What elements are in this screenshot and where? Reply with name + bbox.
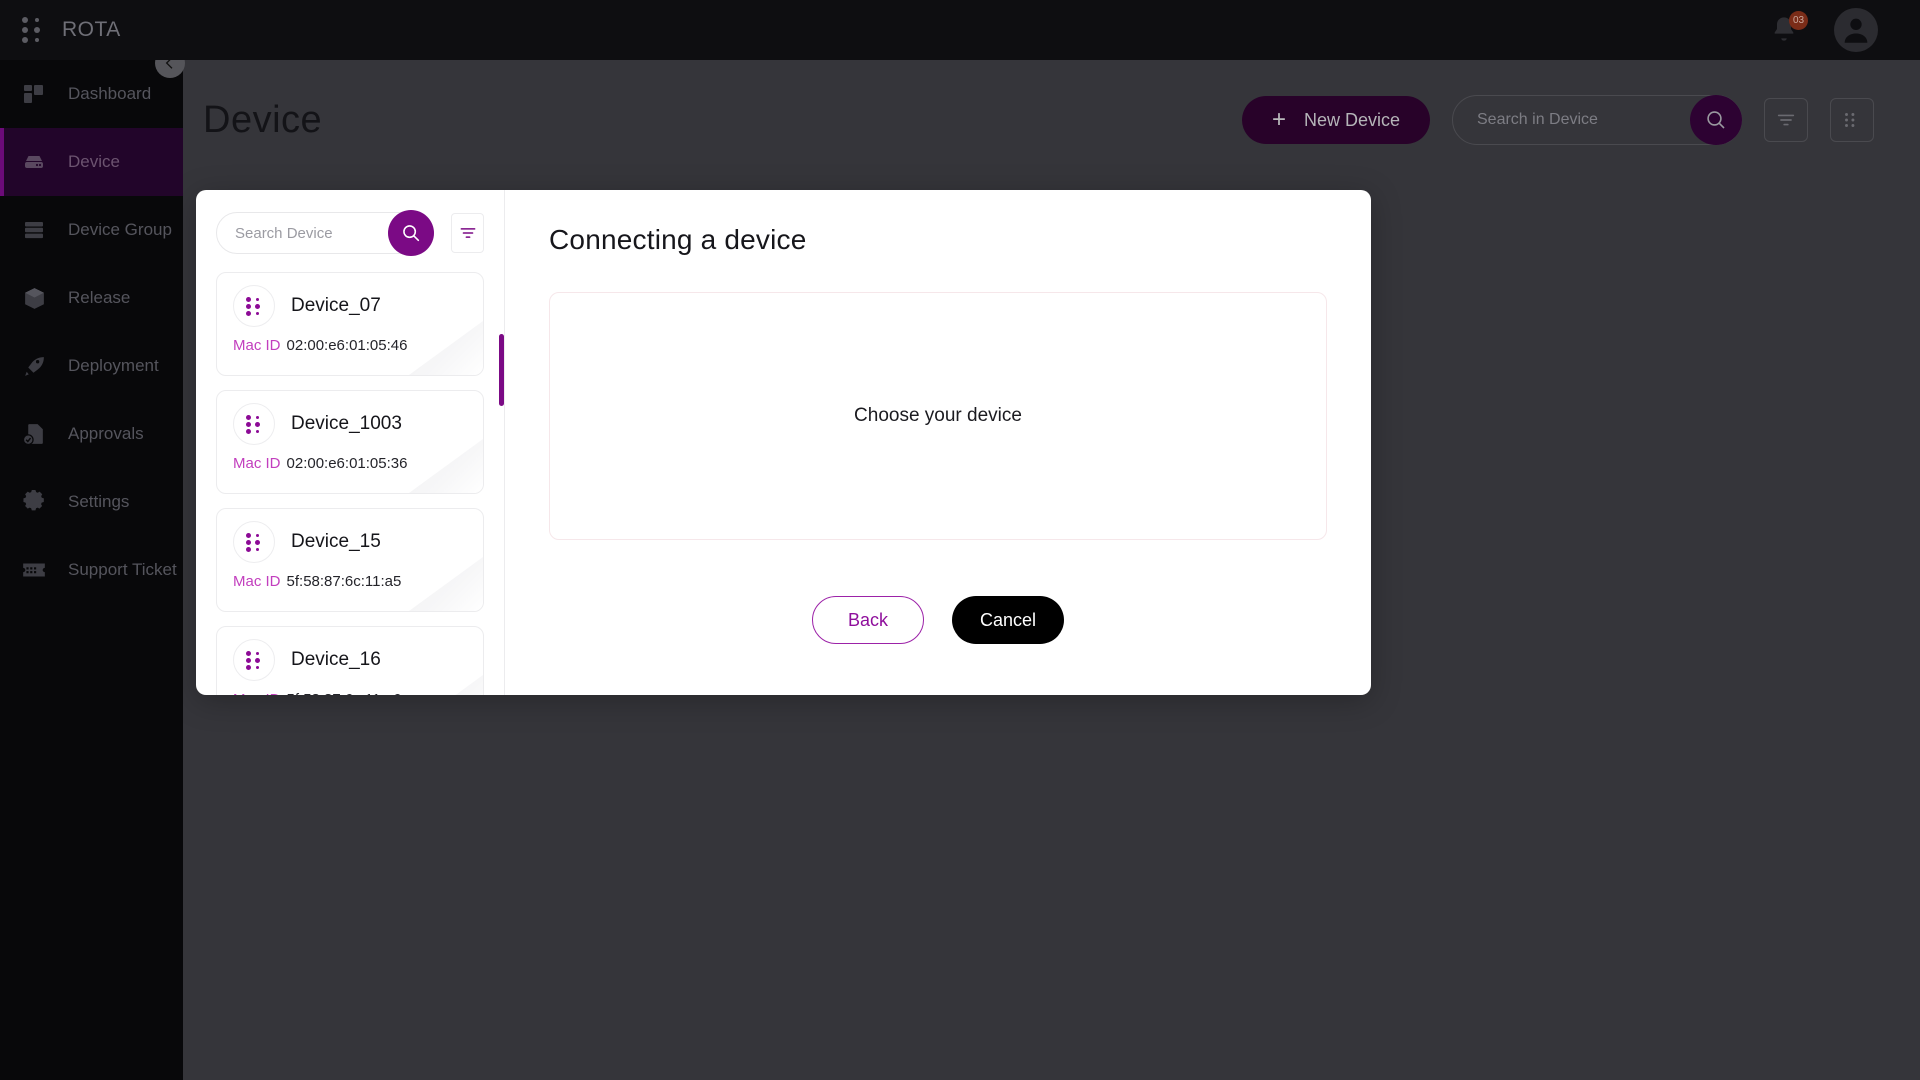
device-mac-row: Mac ID 02:00:e6:01:05:46 [217,327,483,354]
box-icon [20,284,48,312]
sidebar-item-deployment[interactable]: Deployment [0,332,183,400]
sidebar-item-label: Deployment [68,356,159,375]
device-name: Device_15 [291,531,381,552]
top-bar: ROTA 03 [0,0,1920,60]
device-avatar [233,639,275,681]
mac-id-label: Mac ID [233,573,281,590]
list-view-button[interactable] [1830,98,1874,142]
ticket-icon [20,556,48,584]
sidebar-item-release[interactable]: Release [0,264,183,332]
back-button[interactable]: Back [812,596,924,644]
dots-grid-icon [246,533,262,552]
filter-icon [1777,114,1795,126]
mac-id-value: 02:00:e6:01:05:36 [286,455,408,472]
new-device-button[interactable]: + New Device [1241,96,1430,144]
mac-id-value: 5f:58:87:6c:11:a6 [287,691,402,695]
list-view-icon [1845,113,1855,127]
list-item[interactable]: Device_15 Mac ID 5f:58:87:6c:11:a5 [216,508,484,612]
sidebar-item-label: Settings [68,492,130,511]
sidebar-item-support-ticket[interactable]: Support Ticket [0,536,183,604]
header-tools: + New Device [1241,95,1874,145]
sidebar-item-dashboard[interactable]: Dashboard [0,60,183,128]
mac-id-value: 5f:58:87:6c:11:a5 [286,573,402,590]
filter-button[interactable] [1764,98,1808,142]
mac-id-label: Mac ID [233,337,281,354]
new-device-label: New Device [1303,109,1400,130]
device-name: Device_07 [291,295,381,316]
search-icon [403,225,420,242]
dashboard-icon [20,80,48,108]
sidebar-item-label: Device Group [68,220,172,239]
avatar[interactable] [1834,8,1878,52]
modal-search [216,210,434,256]
device-list-scrollbar[interactable] [499,262,504,694]
document-check-icon [20,420,48,448]
mac-id-label: Mac ID [233,691,281,695]
connecting-device-modal: Device_07 Mac ID 02:00:e6:01:05:46 [196,190,1371,695]
modal-filter-button[interactable] [451,213,484,253]
device-mac-row: Mac ID 02:00:e6:01:05:36 [217,445,483,472]
notification-button[interactable]: 03 [1770,11,1808,46]
device-list[interactable]: Device_07 Mac ID 02:00:e6:01:05:46 Devic… [196,272,504,695]
device-name: Device_1003 [291,413,402,434]
notification-badge: 03 [1789,11,1808,30]
dots-grid-icon [246,651,262,670]
sidebar-item-label: Approvals [68,424,144,443]
sidebar-item-label: Release [68,288,131,307]
dots-grid-icon [246,415,262,434]
brand: ROTA [0,17,225,43]
page-search [1452,95,1742,145]
modal-body: Connecting a device Choose your device B… [505,190,1371,695]
brand-name: ROTA [62,18,121,41]
drop-area-text: Choose your device [854,405,1022,426]
sidebar-item-approvals[interactable]: Approvals [0,400,183,468]
app-root: ROTA 03 Dashboard Device Device Group Re… [0,0,1920,1080]
device-avatar [233,403,275,445]
rocket-icon [20,352,48,380]
modal-search-button[interactable] [388,210,434,256]
mac-id-label: Mac ID [233,455,281,472]
list-item[interactable]: Device_16 Mac ID 5f:58:87:6c:11:a6 [216,626,484,695]
dots-grid-icon [246,297,262,316]
cancel-button[interactable]: Cancel [952,596,1064,644]
sidebar-item-device-group[interactable]: Device Group [0,196,183,264]
server-icon [20,148,48,176]
search-button[interactable] [1690,95,1742,145]
filter-icon [460,228,475,238]
page-header: Device + New Device [183,60,1920,180]
device-drop-area[interactable]: Choose your device [549,292,1327,540]
dots-grid-icon [22,17,44,43]
device-mac-row: Mac ID 5f:58:87:6c:11:a5 [217,563,483,590]
server-stack-icon [20,216,48,244]
device-mac-row: Mac ID 5f:58:87:6c:11:a6 [217,681,483,695]
sidebar-item-settings[interactable]: Settings [0,468,183,536]
list-item[interactable]: Device_1003 Mac ID 02:00:e6:01:05:36 [216,390,484,494]
sidebar-item-label: Dashboard [68,84,152,103]
sidebar-item-label: Device [68,152,120,171]
scrollbar-thumb[interactable] [499,334,504,406]
gear-icon [20,488,48,516]
top-bar-right: 03 [1770,8,1920,52]
device-name: Device_16 [291,649,381,670]
sidebar: Dashboard Device Device Group Release De… [0,60,183,1080]
plus-icon: + [1271,106,1286,133]
page-title: Device [203,98,323,141]
mac-id-value: 02:00:e6:01:05:46 [286,337,408,354]
sidebar-item-device[interactable]: Device [0,128,183,196]
modal-actions: Back Cancel [549,596,1327,644]
modal-search-row [196,210,504,256]
sidebar-item-label: Support Ticket [68,560,177,579]
search-icon [1707,111,1725,129]
user-avatar-icon [1844,18,1868,43]
device-avatar [233,285,275,327]
device-avatar [233,521,275,563]
list-item[interactable]: Device_07 Mac ID 02:00:e6:01:05:46 [216,272,484,376]
modal-device-picker: Device_07 Mac ID 02:00:e6:01:05:46 [196,190,504,695]
modal-title: Connecting a device [549,224,807,255]
